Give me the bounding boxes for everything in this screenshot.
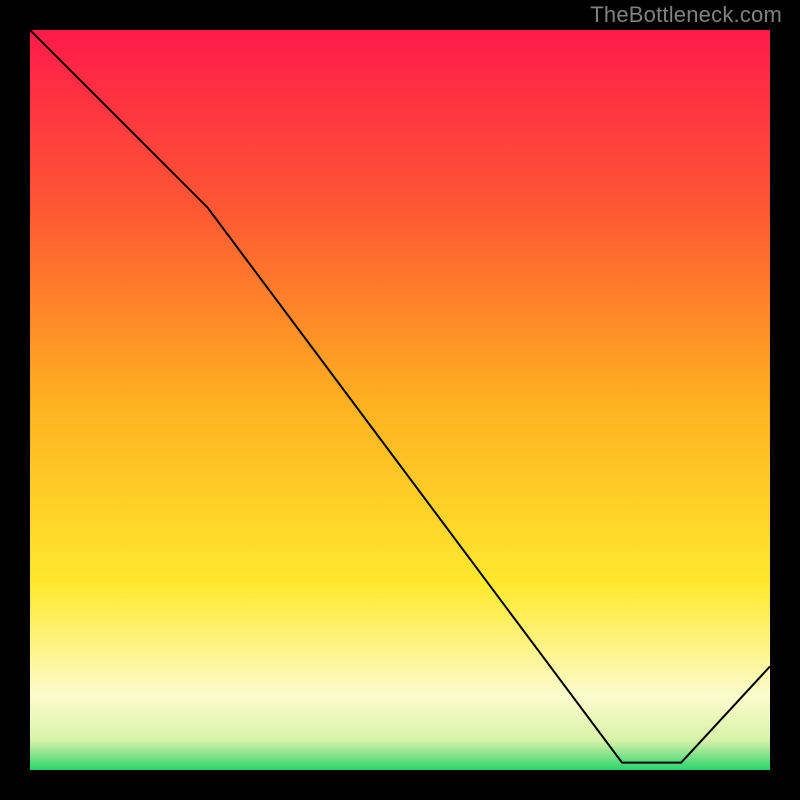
- chart-frame: TheBottleneck.com: [0, 0, 800, 800]
- attribution-text: TheBottleneck.com: [590, 2, 782, 28]
- plot-area: [30, 30, 770, 770]
- chart-svg: [30, 30, 770, 770]
